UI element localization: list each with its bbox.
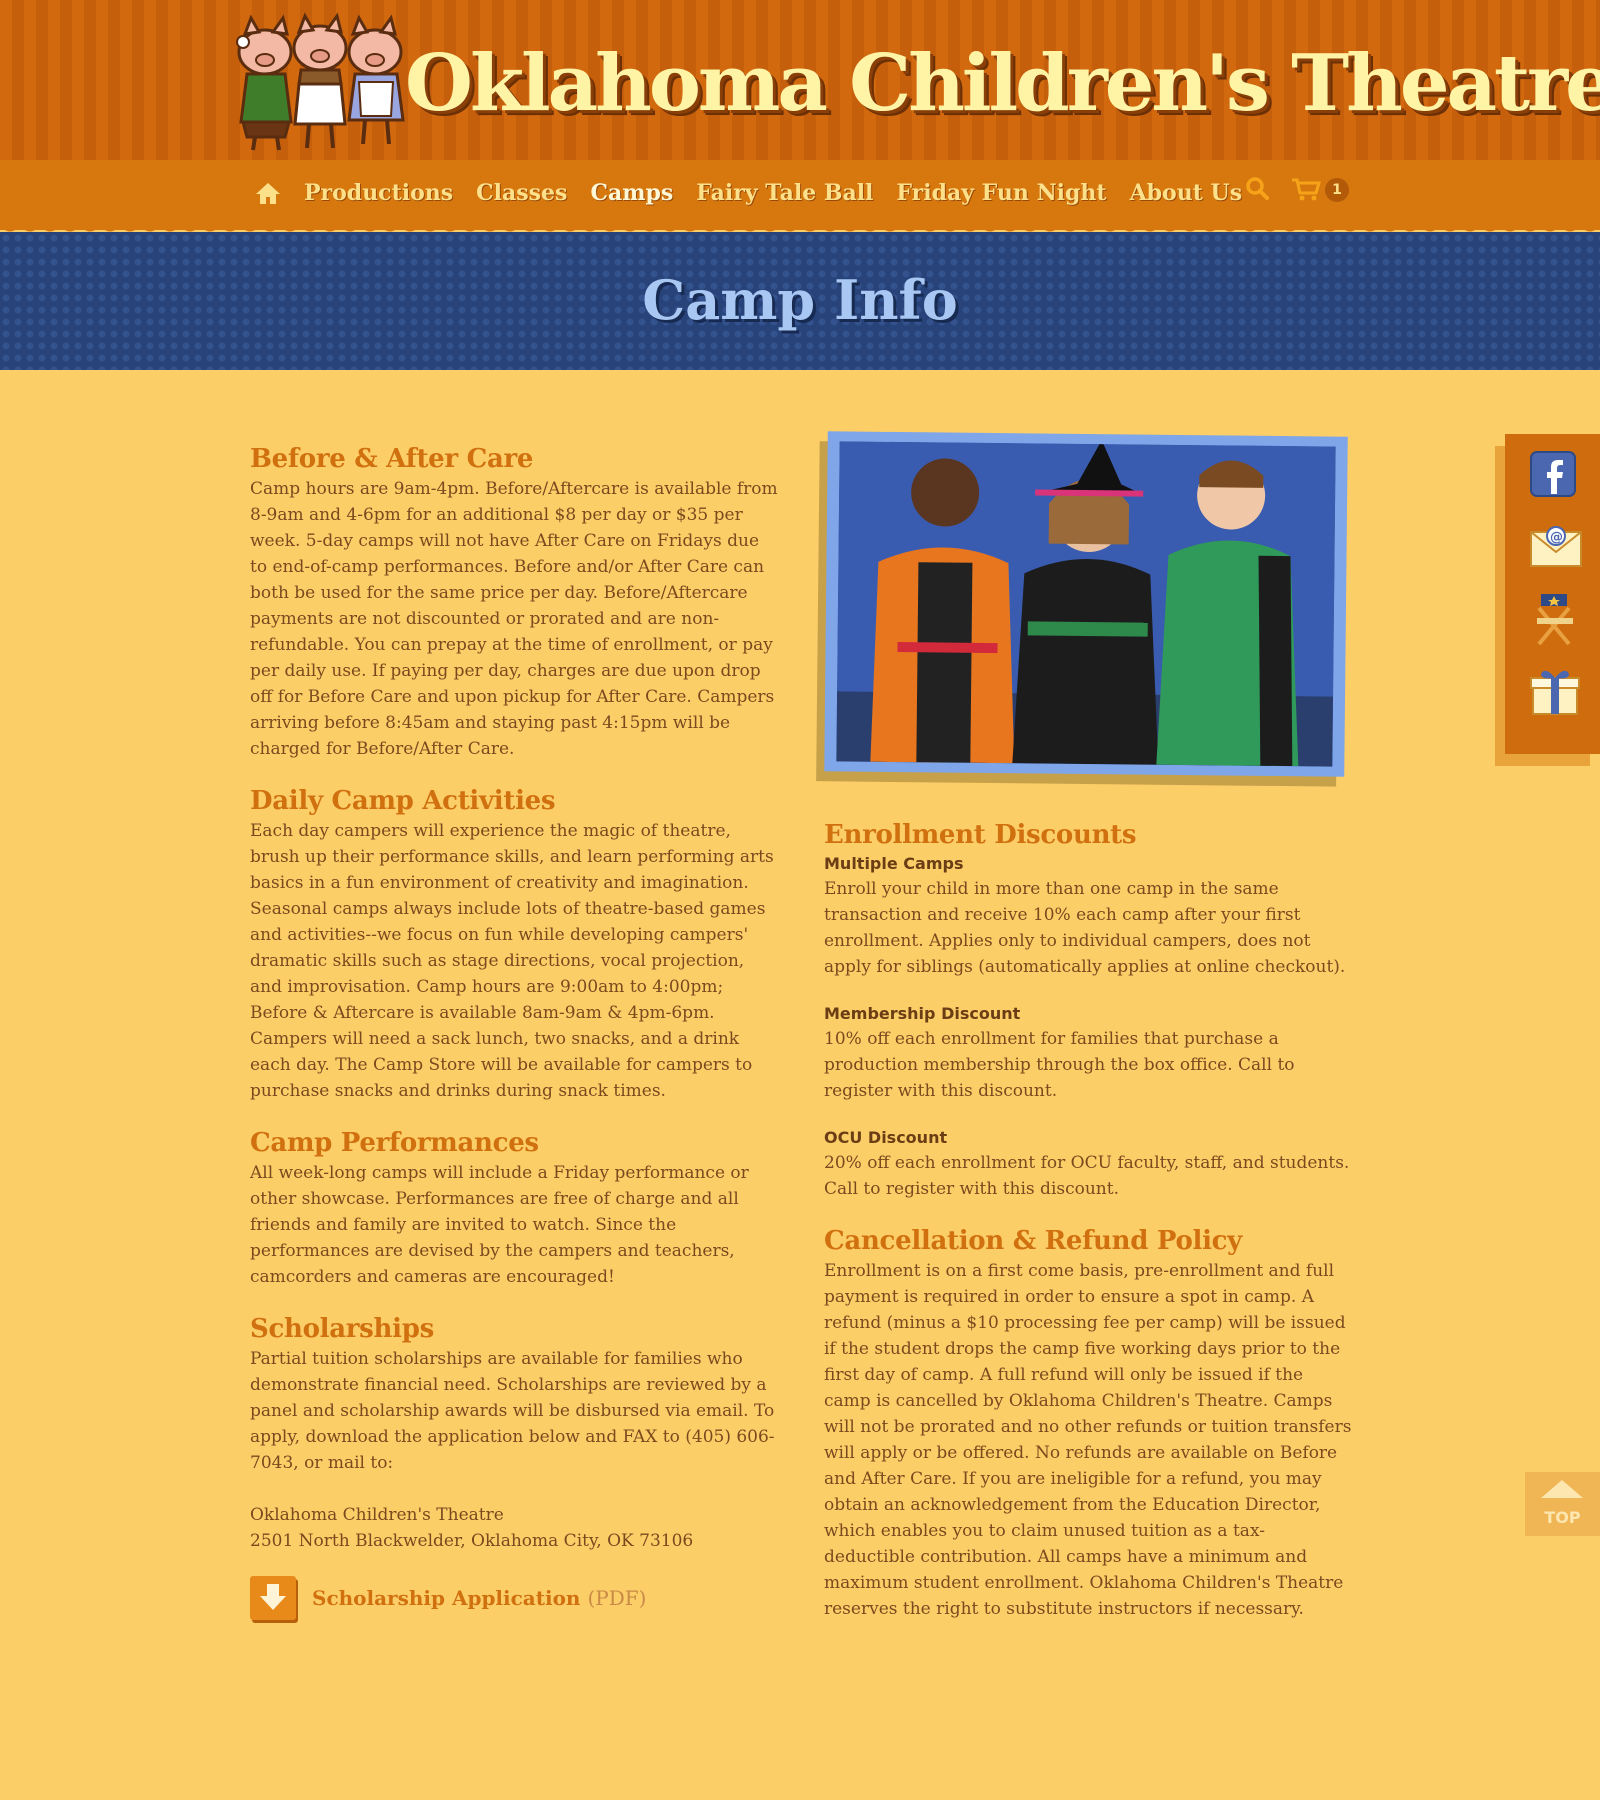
nav-item-about-us[interactable]: About Us bbox=[1130, 180, 1243, 206]
search-icon[interactable] bbox=[1245, 176, 1269, 204]
site-logo[interactable]: Oklahoma Children's Theatre bbox=[225, 12, 1600, 152]
camp-performances-section: Camp Performances All week-long camps wi… bbox=[250, 1126, 780, 1290]
cart-count-badge: 1 bbox=[1325, 178, 1349, 202]
scholarships-section: Scholarships Partial tuition scholarship… bbox=[250, 1312, 780, 1620]
discount-item: Membership Discount 10% off each enrollm… bbox=[824, 1002, 1354, 1104]
section-text: Enrollment is on a first come basis, pre… bbox=[824, 1261, 1352, 1619]
section-heading: Cancellation & Refund Policy bbox=[824, 1226, 1242, 1256]
mailing-address: Oklahoma Children's Theatre 2501 North B… bbox=[250, 1502, 780, 1554]
email-icon[interactable]: @ bbox=[1529, 520, 1582, 572]
section-heading: Before & After Care bbox=[250, 444, 534, 474]
facebook-icon[interactable] bbox=[1529, 450, 1581, 502]
section-text: Each day campers will experience the mag… bbox=[250, 821, 774, 1101]
section-text: Camp hours are 9am-4pm. Before/Aftercare… bbox=[250, 479, 778, 759]
download-label[interactable]: Scholarship Application (PDF) bbox=[312, 1585, 646, 1611]
discount-heading: OCU Discount bbox=[824, 1128, 948, 1147]
site-header: Oklahoma Children's Theatre bbox=[0, 0, 1600, 160]
section-text: All week-long camps will include a Frida… bbox=[250, 1163, 749, 1287]
cart-icon bbox=[1292, 178, 1321, 201]
discount-text: Enroll your child in more than one camp … bbox=[824, 879, 1346, 977]
directors-chair-icon[interactable] bbox=[1529, 592, 1581, 646]
nav-item-camps[interactable]: Camps bbox=[590, 180, 673, 206]
nav-item-fairy-tale-ball[interactable]: Fairy Tale Ball bbox=[696, 180, 873, 206]
section-heading: Daily Camp Activities bbox=[250, 786, 556, 816]
cancellation-section: Cancellation & Refund Policy Enrollment … bbox=[824, 1224, 1354, 1622]
page-title: Camp Info bbox=[642, 268, 958, 332]
discount-item: OCU Discount 20% off each enrollment for… bbox=[824, 1126, 1354, 1202]
nav-item-classes[interactable]: Classes bbox=[476, 180, 567, 206]
before-after-care-section: Before & After Care Camp hours are 9am-4… bbox=[250, 442, 780, 762]
enrollment-discounts-section: Enrollment Discounts Multiple Camps Enro… bbox=[824, 818, 1354, 1202]
section-text: Partial tuition scholarships are availab… bbox=[250, 1349, 775, 1473]
top-label: TOP bbox=[1544, 1508, 1581, 1527]
address-line: Oklahoma Children's Theatre bbox=[250, 1505, 504, 1525]
left-column: Before & After Care Camp hours are 9am-4… bbox=[250, 442, 780, 1642]
address-line: 2501 North Blackwelder, Oklahoma City, O… bbox=[250, 1531, 694, 1551]
discount-heading: Multiple Camps bbox=[824, 854, 964, 873]
arrow-up-icon bbox=[1541, 1480, 1583, 1498]
nav-menu: Productions Classes Camps Fairy Tale Bal… bbox=[255, 178, 1242, 208]
right-column: Enrollment Discounts Multiple Camps Enro… bbox=[824, 818, 1354, 1644]
back-to-top-button[interactable]: TOP bbox=[1525, 1472, 1600, 1536]
file-type-label: (PDF) bbox=[587, 1586, 647, 1610]
nav-item-productions[interactable]: Productions bbox=[304, 180, 453, 206]
nav-tools: 1 bbox=[1245, 176, 1349, 204]
three-pigs-mascot-icon bbox=[236, 12, 405, 151]
download-arrow-icon bbox=[250, 1576, 296, 1620]
discount-heading: Membership Discount bbox=[824, 1004, 1021, 1023]
discount-item: Multiple Camps Enroll your child in more… bbox=[824, 852, 1354, 980]
cart-button[interactable]: 1 bbox=[1291, 178, 1349, 202]
discount-text: 10% off each enrollment for families tha… bbox=[824, 1029, 1295, 1101]
social-sidebar: @ bbox=[1505, 434, 1600, 754]
camp-photo bbox=[836, 441, 1336, 767]
camp-photo-frame bbox=[824, 431, 1348, 777]
site-logo-text: Oklahoma Children's Theatre bbox=[405, 38, 1600, 129]
daily-activities-section: Daily Camp Activities Each day campers w… bbox=[250, 784, 780, 1104]
section-heading: Enrollment Discounts bbox=[824, 820, 1137, 850]
gift-icon[interactable] bbox=[1529, 666, 1581, 718]
discount-text: 20% off each enrollment for OCU faculty,… bbox=[824, 1153, 1350, 1199]
svg-text:@: @ bbox=[1550, 530, 1563, 545]
section-heading: Camp Performances bbox=[250, 1128, 539, 1158]
home-icon[interactable] bbox=[255, 181, 281, 205]
section-heading: Scholarships bbox=[250, 1314, 434, 1344]
scholarship-download-link[interactable]: Scholarship Application (PDF) bbox=[250, 1576, 780, 1620]
nav-item-friday-fun-night[interactable]: Friday Fun Night bbox=[896, 180, 1106, 206]
